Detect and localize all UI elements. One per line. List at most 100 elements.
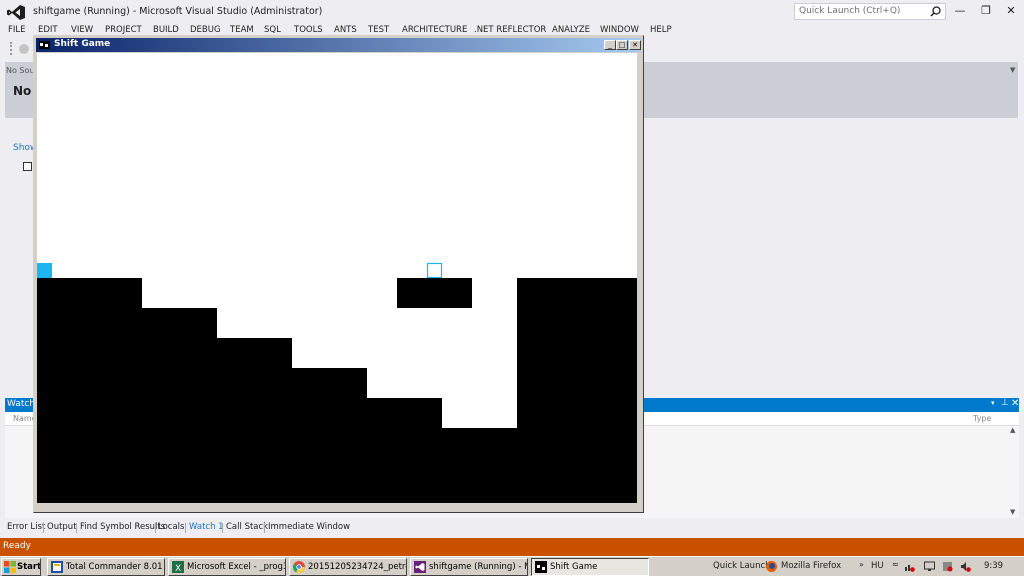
shift-game-icon bbox=[39, 41, 50, 49]
search-icon[interactable] bbox=[930, 6, 941, 17]
toolbar-grip[interactable] bbox=[10, 42, 13, 55]
taskbar-item-label: Shift Game bbox=[550, 562, 598, 572]
menu-build[interactable]: BUILD bbox=[153, 25, 179, 35]
taskbar-item-label: Microsoft Excel - _prog3... bbox=[187, 562, 286, 572]
terrain-step-4 bbox=[292, 368, 367, 503]
menu-ants[interactable]: ANTS bbox=[334, 25, 357, 35]
terrain-step-6 bbox=[442, 428, 517, 503]
menu-window[interactable]: WINDOW bbox=[600, 25, 639, 35]
tray-firefox[interactable]: Mozilla Firefox bbox=[781, 561, 841, 571]
player-block bbox=[37, 263, 52, 278]
quick-launch-placeholder: Quick Launch (Ctrl+Q) bbox=[799, 6, 901, 16]
windows-logo-icon bbox=[4, 561, 16, 573]
scroll-down-icon[interactable]: ▼ bbox=[1010, 508, 1015, 516]
taskbar-item-label: Total Commander 8.01 - ... bbox=[66, 562, 164, 572]
tab-separator bbox=[222, 523, 223, 533]
taskbar-item-visual-studio[interactable]: shiftgame (Running) - Mi... bbox=[410, 558, 528, 576]
terrain-step-3 bbox=[217, 338, 292, 503]
tray-chevron-icon[interactable]: ≈ bbox=[892, 560, 899, 569]
menu-edit[interactable]: EDIT bbox=[38, 25, 58, 35]
game-minimize-button[interactable]: _ bbox=[604, 40, 616, 50]
game-title-bar[interactable]: Shift Game _ □ ✕ bbox=[36, 38, 641, 52]
tab-locals[interactable]: Locals bbox=[158, 522, 184, 532]
network-icon[interactable] bbox=[904, 561, 915, 572]
terrain-right-pillar bbox=[517, 278, 637, 503]
tab-immediate-window[interactable]: Immediate Window bbox=[268, 522, 350, 532]
taskbar: Start Total Commander 8.01 - ... X Micro… bbox=[0, 556, 1024, 576]
taskbar-item-chrome[interactable]: 20151205234724_petro... bbox=[289, 558, 407, 576]
menu-help[interactable]: HELP bbox=[650, 25, 672, 35]
language-indicator[interactable]: HU bbox=[871, 561, 884, 571]
shift-game-window: Shift Game _ □ ✕ bbox=[33, 35, 644, 513]
watch-panel-title[interactable]: Watch bbox=[7, 399, 35, 409]
restore-button[interactable]: ❐ bbox=[979, 5, 993, 17]
pin-icon[interactable]: ⊥ bbox=[1001, 398, 1009, 408]
start-button[interactable]: Start bbox=[1, 558, 41, 576]
menu-file[interactable]: FILE bbox=[8, 25, 26, 35]
document-tab[interactable]: No Sou bbox=[6, 66, 34, 75]
menu-debug[interactable]: DEBUG bbox=[190, 25, 221, 35]
terrain-step-2 bbox=[142, 308, 217, 503]
minimize-button[interactable]: — bbox=[953, 5, 967, 17]
column-type[interactable]: Type bbox=[973, 414, 991, 423]
total-commander-icon bbox=[51, 561, 63, 573]
quick-launch-input[interactable]: Quick Launch (Ctrl+Q) bbox=[794, 3, 946, 20]
taskbar-item-label: shiftgame (Running) - Mi... bbox=[429, 562, 527, 572]
tab-separator bbox=[185, 523, 186, 533]
window-title: shiftgame (Running) - Microsoft Visual S… bbox=[33, 6, 323, 17]
tool-window-tabs: Error List Output Find Symbol Results Lo… bbox=[0, 520, 1024, 536]
chevron-down-icon[interactable]: ▼ bbox=[1010, 66, 1015, 74]
display-icon[interactable] bbox=[924, 561, 935, 572]
chrome-icon bbox=[293, 561, 305, 573]
tab-watch-1[interactable]: Watch 1 bbox=[189, 522, 224, 532]
tab-separator bbox=[76, 523, 77, 533]
terrain-step-1 bbox=[37, 278, 142, 503]
status-bar: Ready bbox=[0, 538, 1024, 556]
firefox-icon bbox=[766, 561, 777, 572]
taskbar-item-excel[interactable]: X Microsoft Excel - _prog3... bbox=[168, 558, 286, 576]
game-maximize-button[interactable]: □ bbox=[616, 40, 628, 50]
game-window-title: Shift Game bbox=[54, 39, 111, 49]
status-text: Ready bbox=[3, 541, 31, 551]
tab-separator bbox=[264, 523, 265, 533]
clock[interactable]: 9:39 bbox=[984, 561, 1003, 571]
tab-error-list[interactable]: Error List bbox=[7, 522, 45, 532]
menu-view[interactable]: VIEW bbox=[71, 25, 93, 35]
menu-team[interactable]: TEAM bbox=[230, 25, 254, 35]
menu-sql[interactable]: SQL bbox=[264, 25, 281, 35]
terrain-step-5 bbox=[367, 398, 442, 503]
tray-quick-launch[interactable]: Quick Launch bbox=[713, 561, 771, 571]
show-checkbox[interactable] bbox=[23, 162, 32, 171]
menu-project[interactable]: PROJECT bbox=[105, 25, 142, 35]
taskbar-item-shift-game[interactable]: Shift Game bbox=[531, 558, 649, 576]
tray-expand-icon[interactable]: » bbox=[859, 560, 864, 569]
security-icon[interactable] bbox=[942, 561, 953, 572]
tab-find-symbol-results[interactable]: Find Symbol Results bbox=[80, 522, 165, 532]
taskbar-item-total-commander[interactable]: Total Commander 8.01 - ... bbox=[47, 558, 165, 576]
visual-studio-logo-icon bbox=[7, 5, 25, 20]
excel-icon: X bbox=[172, 561, 184, 573]
menu-net-reflector[interactable]: .NET REFLECTOR bbox=[474, 25, 546, 35]
floating-platform bbox=[397, 278, 472, 308]
svg-text:X: X bbox=[175, 564, 181, 573]
game-close-button[interactable]: ✕ bbox=[629, 40, 641, 50]
tab-call-stack[interactable]: Call Stack bbox=[226, 522, 268, 532]
menu-test[interactable]: TEST bbox=[368, 25, 389, 35]
tab-output[interactable]: Output bbox=[47, 522, 77, 532]
tab-separator bbox=[155, 523, 156, 533]
chevron-down-icon[interactable]: ▾ bbox=[991, 399, 995, 407]
navigate-back-icon[interactable] bbox=[19, 44, 29, 54]
taskbar-item-label: 20151205234724_petro... bbox=[308, 562, 406, 572]
scroll-up-icon[interactable]: ▲ bbox=[1010, 426, 1015, 434]
menu-analyze[interactable]: ANALYZE bbox=[552, 25, 590, 35]
tab-separator bbox=[43, 523, 44, 533]
visual-studio-icon bbox=[414, 561, 426, 573]
menu-architecture[interactable]: ARCHITECTURE bbox=[402, 25, 467, 35]
game-canvas[interactable] bbox=[37, 53, 637, 503]
menu-tools[interactable]: TOOLS bbox=[294, 25, 323, 35]
close-button[interactable]: ✕ bbox=[1004, 5, 1018, 17]
close-icon[interactable]: ✕ bbox=[1011, 398, 1019, 409]
no-source-heading: No bbox=[13, 84, 32, 98]
start-label: Start bbox=[17, 562, 41, 572]
volume-icon[interactable] bbox=[960, 561, 971, 572]
